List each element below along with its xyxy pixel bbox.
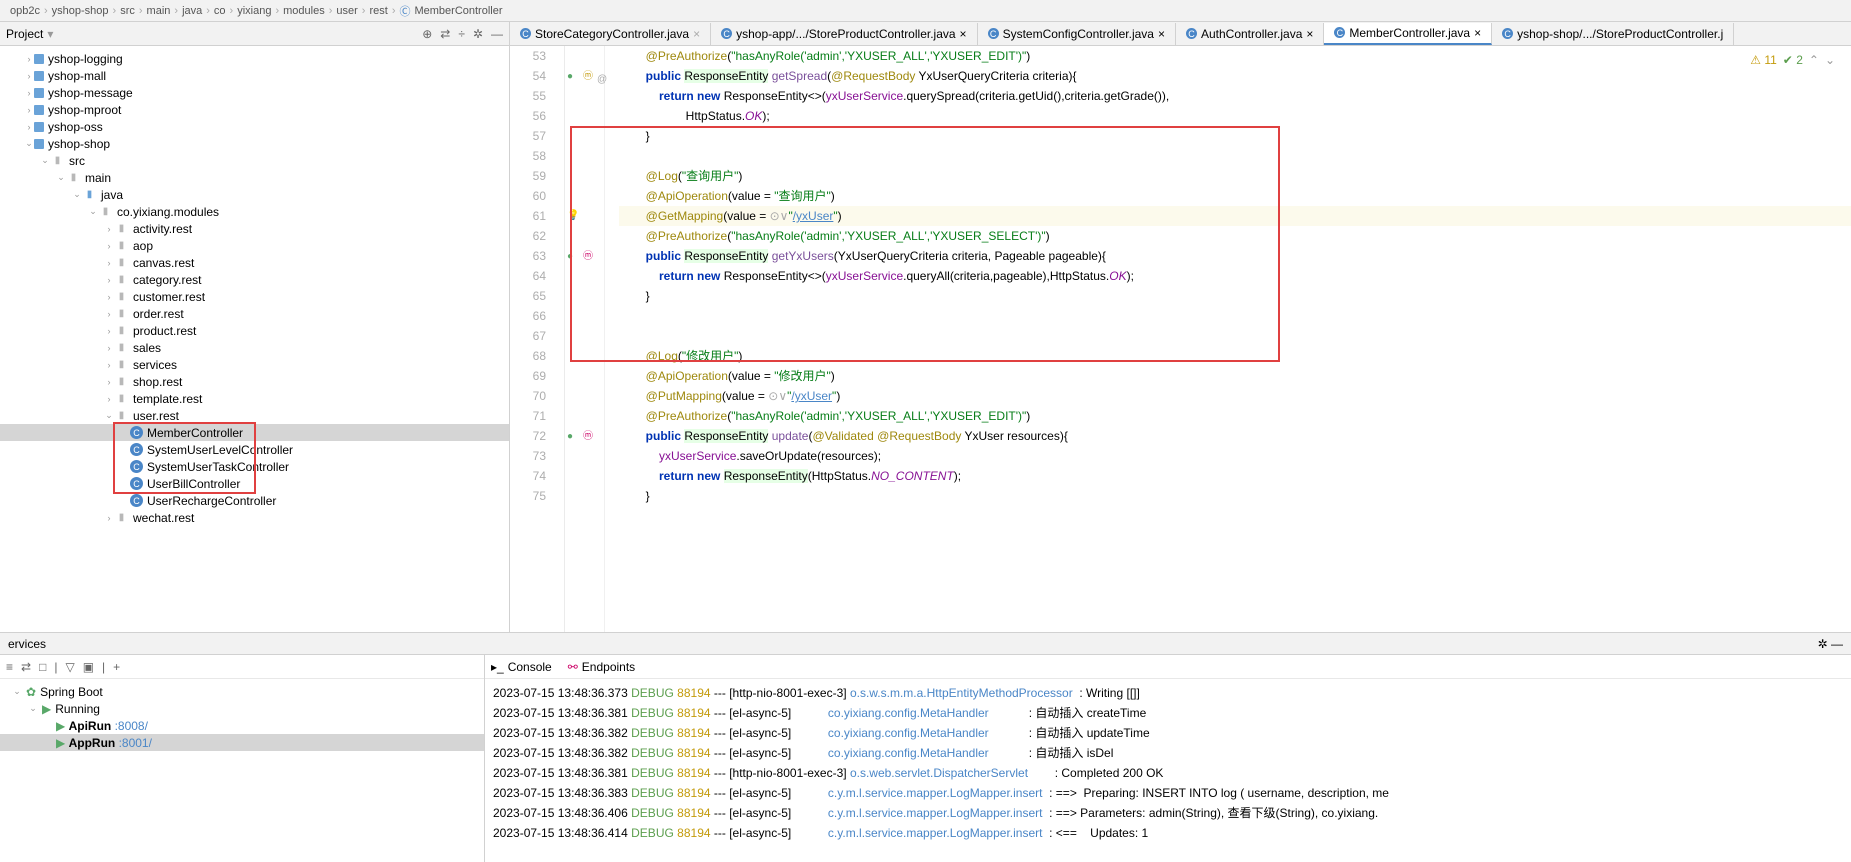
close-icon[interactable]: × xyxy=(693,27,700,41)
inspection-widget[interactable]: ⚠ 11 ✔ 2 ⌃⌄ xyxy=(1750,50,1835,70)
project-tree[interactable]: ›yshop-logging ›yshop-mall ›yshop-messag… xyxy=(0,46,509,632)
minimize-icon[interactable]: — xyxy=(491,27,503,41)
code-area[interactable]: @PreAuthorize("hasAnyRole('admin','YXUSE… xyxy=(615,46,1851,632)
editor-tabs[interactable]: CStoreCategoryController.java× Cyshop-ap… xyxy=(510,22,1851,46)
apirun-config[interactable]: ▶ ApiRun :8008/ xyxy=(0,717,484,734)
tab-store-product-shop[interactable]: Cyshop-shop/.../StoreProductController.j xyxy=(1492,23,1734,45)
run-dashboard[interactable]: ≡ ⇄ □ | ▽ ▣ | + ⌄✿Spring Boot ⌄▶Running … xyxy=(0,655,485,862)
breadcrumb: opb2c› yshop-shop› src› main› java› co› … xyxy=(0,0,1851,22)
tab-system-config[interactable]: CSystemConfigController.java× xyxy=(978,23,1176,45)
console-output[interactable]: 2023-07-15 13:48:36.373 DEBUG 88194 --- … xyxy=(485,679,1851,862)
layout-icon[interactable]: ▣ xyxy=(83,660,94,674)
system-user-level-controller-file[interactable]: CSystemUserLevelController xyxy=(0,441,509,458)
gear-icon[interactable]: ✲ xyxy=(1818,637,1828,651)
endpoints-tab[interactable]: ⚯Endpoints xyxy=(568,660,635,674)
gutter-marks: ●ⓜ 💡 ●ⓜ ●ⓜ @ xyxy=(565,46,605,632)
services-panel: ervices ✲ — ≡ ⇄ □ | ▽ ▣ | + ⌄✿Spring Boo… xyxy=(0,632,1851,862)
filter-icon[interactable]: ▽ xyxy=(65,660,74,674)
tab-store-category[interactable]: CStoreCategoryController.java× xyxy=(510,23,711,45)
console-tabs[interactable]: ▸_Console ⚯Endpoints xyxy=(485,655,1851,679)
editor[interactable]: 5354555657585960616263646566676869707172… xyxy=(510,46,1851,632)
tab-auth[interactable]: CAuthController.java× xyxy=(1176,23,1324,45)
console-tab[interactable]: ▸_Console xyxy=(491,660,552,674)
group-icon[interactable]: □ xyxy=(39,660,46,674)
apprun-config[interactable]: ▶ AppRun :8001/ xyxy=(0,734,484,751)
run-toolbar: ≡ ⇄ □ | ▽ ▣ | + xyxy=(0,655,484,679)
collapse-all-icon[interactable]: ⇄ xyxy=(21,660,31,674)
gutter: 5354555657585960616263646566676869707172… xyxy=(510,46,565,632)
endpoints-icon: ⚯ xyxy=(568,660,578,674)
expand-icon[interactable]: ⇄ xyxy=(440,27,450,41)
target-icon[interactable]: ⊕ xyxy=(422,27,432,41)
project-panel: Project▾ ⊕ ⇄ ÷ ✲ — ›yshop-logging ›yshop… xyxy=(0,22,510,632)
member-controller-file[interactable]: CMemberController xyxy=(0,424,509,441)
project-header: Project▾ ⊕ ⇄ ÷ ✲ — xyxy=(0,22,509,46)
project-label[interactable]: Project xyxy=(6,27,43,41)
add-icon[interactable]: + xyxy=(113,660,120,674)
user-rest-folder[interactable]: user.rest xyxy=(133,409,179,423)
expand-all-icon[interactable]: ≡ xyxy=(6,660,13,674)
minimize-icon[interactable]: — xyxy=(1831,637,1843,651)
services-label[interactable]: ervices xyxy=(8,637,46,651)
bulb-icon: 💡 xyxy=(567,206,579,226)
tab-store-product-app[interactable]: Cyshop-app/.../StoreProductController.ja… xyxy=(711,23,977,45)
gear-icon[interactable]: ✲ xyxy=(473,27,483,41)
tab-member-controller[interactable]: CMemberController.java× xyxy=(1324,23,1492,45)
divide-icon[interactable]: ÷ xyxy=(458,27,465,41)
console-icon: ▸_ xyxy=(491,660,504,674)
system-user-task-controller-file[interactable]: CSystemUserTaskController xyxy=(0,458,509,475)
